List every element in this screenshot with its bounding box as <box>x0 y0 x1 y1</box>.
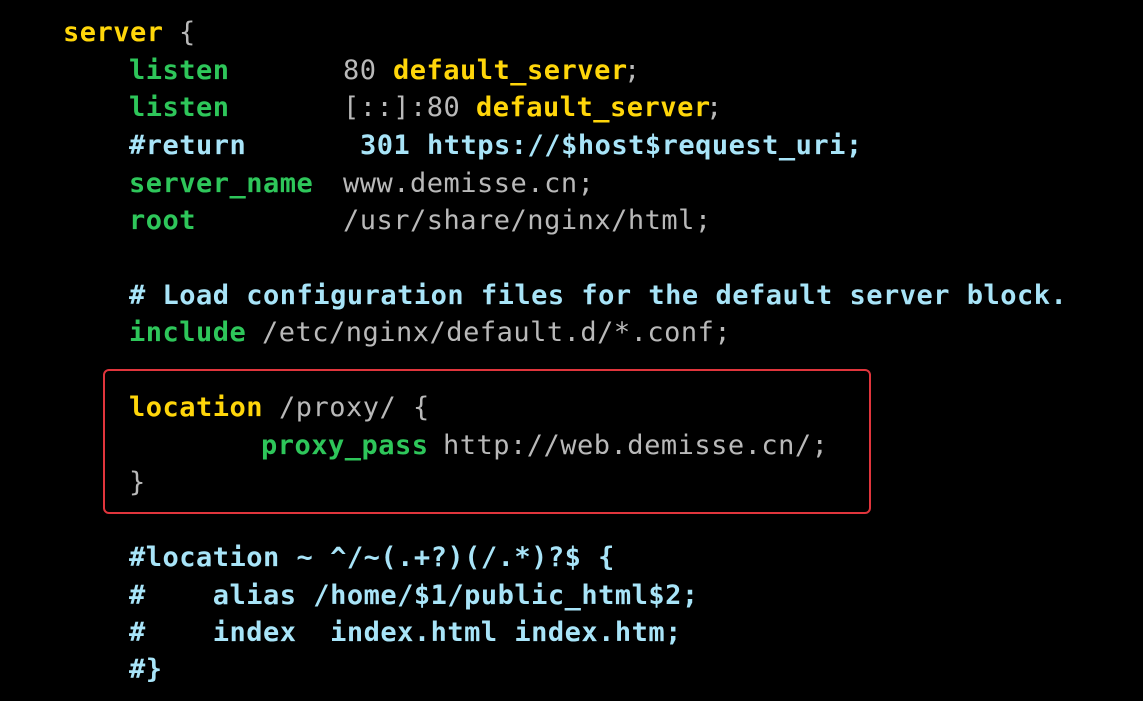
server-name-value: www.demisse.cn; <box>343 168 595 199</box>
include-value: /etc/nginx/default.d/*.conf; <box>262 317 732 348</box>
location-path: /proxy/ { <box>279 392 430 423</box>
code-line-commented-close: #} <box>0 651 162 688</box>
code-line-return-comment: #return 301 https://$host$request_uri; <box>0 127 862 164</box>
return-comment-rest: 301 https://$host$request_uri; <box>360 130 863 161</box>
listen-directive: listen <box>129 55 230 86</box>
return-comment: #return <box>129 130 247 161</box>
code-line-listen-80: listen 80 default_server ; <box>0 52 640 89</box>
default-server-flag: default_server <box>476 92 711 123</box>
code-line-listen-ipv6: listen [::]:80 default_server ; <box>0 89 722 126</box>
code-editor[interactable]: server { listen 80 default_server ; list… <box>0 0 1143 701</box>
listen-directive: listen <box>129 92 230 123</box>
open-brace: { <box>179 17 196 48</box>
default-server-flag: default_server <box>393 55 628 86</box>
commented-alias: # alias /home/$1/public_html$2; <box>129 580 699 611</box>
server-name-directive: server_name <box>129 168 314 199</box>
listen-port: 80 <box>343 55 377 86</box>
location-directive: location <box>129 392 264 423</box>
root-directive: root <box>129 205 197 236</box>
code-line-include: include /etc/nginx/default.d/*.conf; <box>0 314 731 351</box>
code-line-location: location /proxy/ { <box>0 389 429 426</box>
server-keyword: server <box>63 17 164 48</box>
code-line-close-brace: } <box>0 464 145 501</box>
code-line-server-name: server_name www.demisse.cn; <box>0 165 594 202</box>
root-value: /usr/share/nginx/html; <box>343 205 712 236</box>
semicolon: ; <box>706 92 723 123</box>
code-line-proxy-pass: proxy_pass http://web.demisse.cn/; <box>0 427 828 464</box>
code-line-server: server { <box>0 14 195 51</box>
commented-close-brace: #} <box>129 654 163 685</box>
include-directive: include <box>129 317 247 348</box>
code-line-root: root /usr/share/nginx/html; <box>0 202 711 239</box>
semicolon: ; <box>624 55 641 86</box>
load-comment: # Load configuration files for the defau… <box>129 280 1068 311</box>
proxy-pass-value: http://web.demisse.cn/; <box>443 430 829 461</box>
commented-index: # index index.html index.htm; <box>129 617 682 648</box>
listen-port: [::]:80 <box>343 92 461 123</box>
close-brace: } <box>129 467 146 498</box>
code-line-load-comment: # Load configuration files for the defau… <box>0 277 1067 314</box>
proxy-pass-directive: proxy_pass <box>261 430 429 461</box>
code-line-commented-index: # index index.html index.htm; <box>0 614 681 651</box>
commented-location: #location ~ ^/~(.+?)(/.*)?$ { <box>129 542 615 573</box>
code-line-commented-location: #location ~ ^/~(.+?)(/.*)?$ { <box>0 539 614 576</box>
code-line-commented-alias: # alias /home/$1/public_html$2; <box>0 577 698 614</box>
